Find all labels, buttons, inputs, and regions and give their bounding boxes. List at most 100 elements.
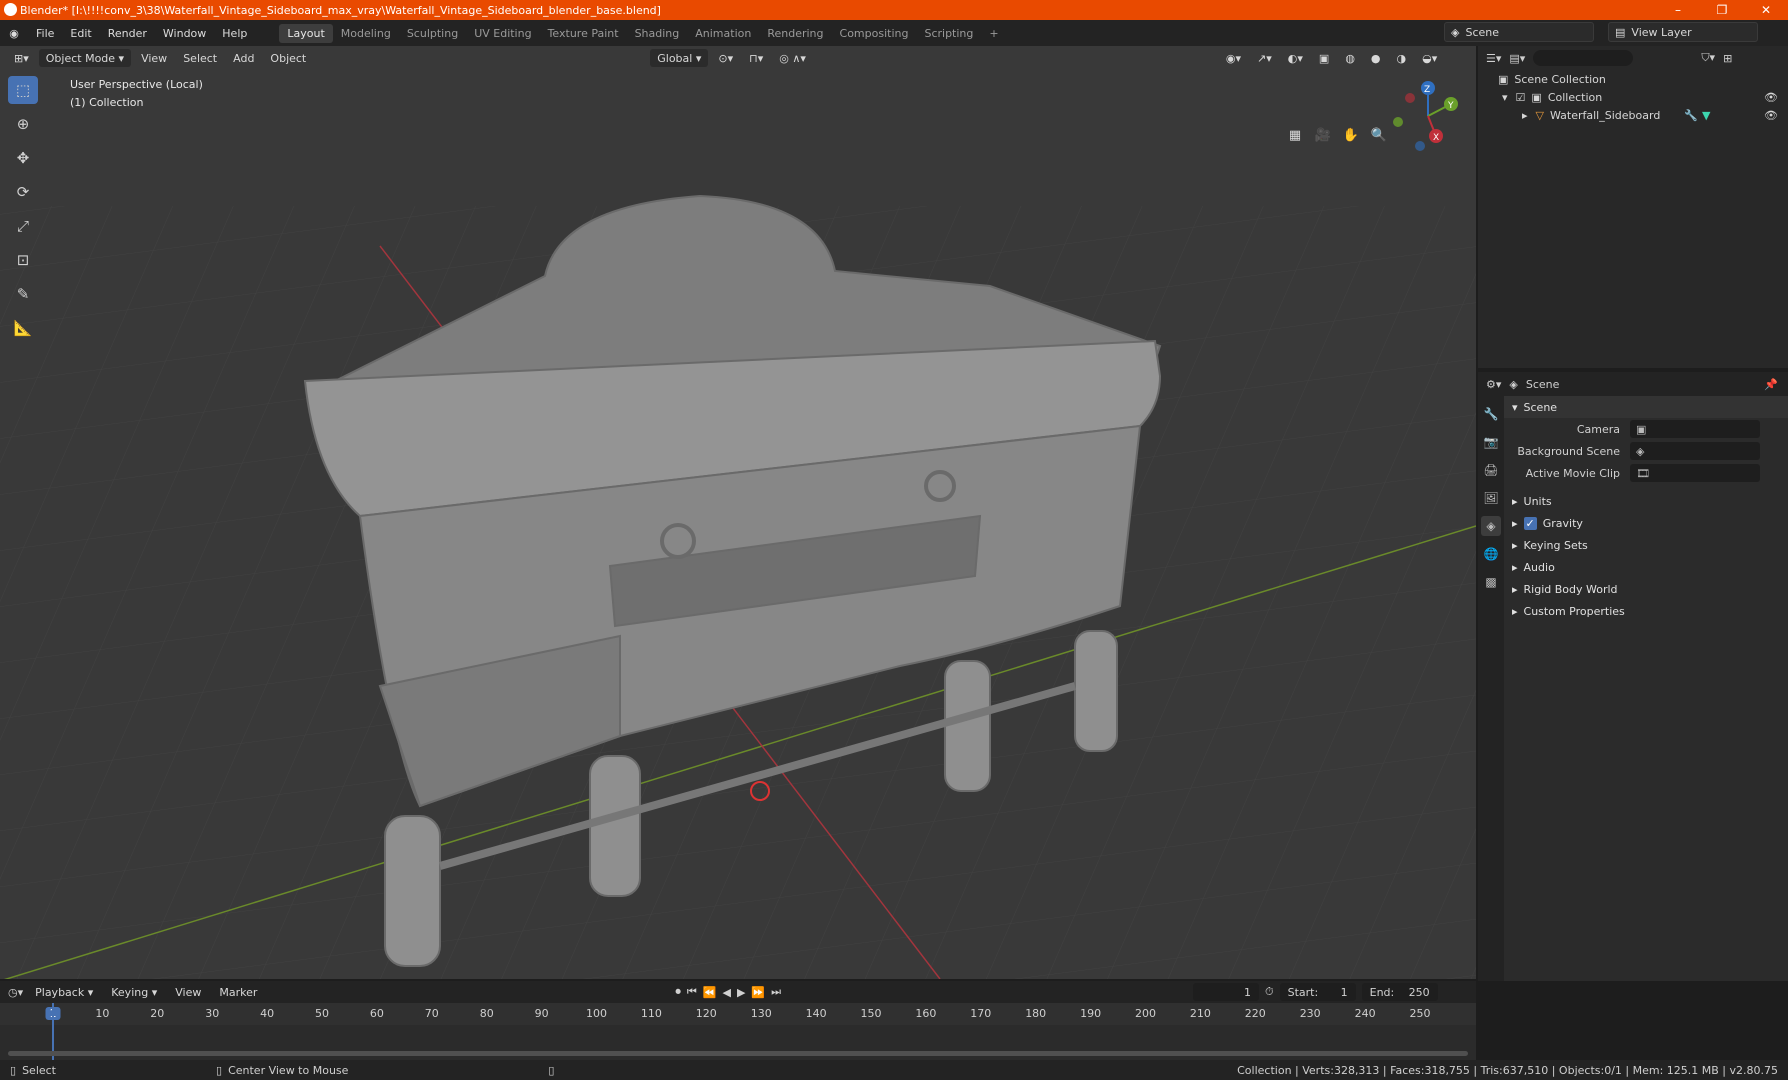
view-layer-selector[interactable]: ▤ View Layer [1608,22,1758,42]
menu-marker[interactable]: Marker [213,983,263,1001]
zoom-icon[interactable]: 🔍 [1368,124,1390,146]
3d-viewport[interactable]: ⊞▾ Object Mode ▾ View Select Add Object … [0,46,1476,979]
shading-material-icon[interactable]: ◑ [1391,49,1413,67]
transform-tool-icon[interactable]: ⊡ [8,246,38,274]
tab-texture-paint[interactable]: Texture Paint [540,24,627,43]
menu-view[interactable]: View [135,49,173,67]
gravity-subpanel[interactable]: ▸ ✓ Gravity [1504,512,1788,534]
add-workspace-button[interactable]: + [981,24,1006,43]
menu-add[interactable]: Add [227,49,260,67]
modifier-wrench-icon[interactable]: 🔧 [1684,109,1698,122]
pivot-icon[interactable]: ⊙▾ [712,49,739,67]
jump-start-icon[interactable]: ⏮ [687,985,697,999]
keying-sets-subpanel[interactable]: ▸ Keying Sets [1504,534,1788,556]
menu-view[interactable]: View [169,983,207,1001]
gizmo-icon[interactable]: ↗▾ [1251,49,1278,67]
editor-type-icon[interactable]: ◷▾ [8,986,23,999]
overlay-icon[interactable]: ◐▾ [1282,49,1309,67]
scale-tool-icon[interactable]: ⤢ [8,212,38,240]
timeline-scrollbar[interactable] [8,1051,1468,1056]
output-tab-icon[interactable]: 🖨 [1481,460,1501,480]
outliner-collection-row[interactable]: ▾ ☑ ▣ Collection 👁 [1478,88,1788,106]
menu-render[interactable]: Render [100,27,155,40]
world-tab-icon[interactable]: 🌐 [1481,544,1501,564]
display-mode-icon[interactable]: ▤▾ [1509,52,1525,65]
rotate-tool-icon[interactable]: ⟳ [8,178,38,206]
record-icon[interactable]: ⏺ [675,985,681,999]
tool-tab-icon[interactable]: 🔧 [1481,404,1501,424]
tab-shading[interactable]: Shading [627,24,688,43]
select-box-tool-icon[interactable]: ⬚ [8,76,38,104]
editor-type-icon[interactable]: ☰▾ [1486,52,1501,65]
stopwatch-icon[interactable]: ⏱ [1265,985,1274,999]
current-frame-field[interactable]: 1 [1193,983,1260,1001]
timeline-ruler[interactable]: 1102030405060708090100110120130140150160… [0,1003,1476,1025]
mode-selector[interactable]: Object Mode ▾ [38,49,132,67]
outliner-object-row[interactable]: ▸ ▽ Waterfall_Sideboard 🔧 ▼ 👁 [1478,106,1788,124]
move-tool-icon[interactable]: ✥ [8,144,38,172]
expand-arrow-icon[interactable]: ▸ [1522,109,1528,122]
outliner-search-input[interactable] [1533,50,1634,66]
scene-section-header[interactable]: ▾ Scene [1504,396,1788,418]
menu-edit[interactable]: Edit [62,27,99,40]
navigation-gizmo[interactable]: Z Y X [1388,76,1468,156]
scene-selector[interactable]: ◈ Scene [1444,22,1594,42]
camera-view-icon[interactable]: 🎥 [1312,124,1334,146]
proportional-edit-icon[interactable]: ◎ ∧▾ [773,49,812,67]
toggle-grid-icon[interactable]: ▦ [1284,124,1306,146]
pan-hand-icon[interactable]: ✋ [1340,124,1362,146]
shading-wireframe-icon[interactable]: ◍ [1339,49,1361,67]
play-reverse-icon[interactable]: ◀ [722,986,730,999]
units-subpanel[interactable]: ▸ Units [1504,490,1788,512]
next-keyframe-icon[interactable]: ⏩ [751,986,765,999]
end-frame-field[interactable]: End: 250 [1361,983,1438,1001]
shading-rendered-icon[interactable]: ◒▾ [1416,49,1443,67]
menu-playback[interactable]: Playback ▾ [29,983,99,1001]
mesh-data-icon[interactable]: ▼ [1702,109,1710,122]
eye-icon[interactable]: 👁 [1764,109,1778,122]
jump-end-icon[interactable]: ⏭ [771,985,781,999]
pin-icon[interactable]: 📌 [1764,378,1778,391]
tab-animation[interactable]: Animation [687,24,759,43]
gravity-checkbox[interactable]: ✓ [1523,516,1537,530]
tab-compositing[interactable]: Compositing [832,24,917,43]
annotate-tool-icon[interactable]: ✎ [8,280,38,308]
audio-subpanel[interactable]: ▸ Audio [1504,556,1788,578]
custom-properties-subpanel[interactable]: ▸ Custom Properties [1504,600,1788,622]
start-frame-field[interactable]: Start: 1 [1279,983,1356,1001]
visibility-icon[interactable]: ◉▾ [1220,49,1247,67]
rigid-body-world-subpanel[interactable]: ▸ Rigid Body World [1504,578,1788,600]
eye-icon[interactable]: 👁 [1764,91,1778,104]
maximize-button[interactable]: ❐ [1700,3,1744,17]
menu-file[interactable]: File [28,27,62,40]
editor-type-icon[interactable]: ⚙▾ [1486,378,1501,391]
cursor-tool-icon[interactable]: ⊕ [8,110,38,138]
snap-icon[interactable]: ⊓▾ [743,49,769,67]
active-movie-clip-field[interactable]: 🎞 [1630,464,1760,482]
texture-tab-icon[interactable]: ▩ [1481,572,1501,592]
xray-icon[interactable]: ▣ [1313,49,1335,67]
prev-keyframe-icon[interactable]: ⏪ [703,986,717,999]
render-tab-icon[interactable]: 📷 [1481,432,1501,452]
tab-layout[interactable]: Layout [279,23,333,43]
tab-sculpting[interactable]: Sculpting [399,24,466,43]
new-collection-icon[interactable]: ⊞ [1723,52,1732,65]
measure-tool-icon[interactable]: 📐 [8,314,38,342]
menu-select[interactable]: Select [177,49,223,67]
outliner-scene-collection[interactable]: ▣ Scene Collection [1478,70,1788,88]
menu-window[interactable]: Window [155,27,214,40]
tab-rendering[interactable]: Rendering [759,24,831,43]
play-icon[interactable]: ▶ [737,986,745,999]
menu-keying[interactable]: Keying ▾ [105,983,163,1001]
view-layer-tab-icon[interactable]: 🖼 [1481,488,1501,508]
checkbox-icon[interactable]: ☑ [1516,91,1526,104]
tab-scripting[interactable]: Scripting [916,24,981,43]
menu-object[interactable]: Object [264,49,312,67]
background-scene-field[interactable]: ◈ [1630,442,1760,460]
filter-icon[interactable]: ⛉▾ [1701,51,1715,65]
tab-modeling[interactable]: Modeling [333,24,399,43]
orientation-selector[interactable]: Global ▾ [650,49,709,67]
editor-type-icon[interactable]: ⊞▾ [8,49,35,67]
blender-menu-icon[interactable]: ◉ [0,27,28,40]
scene-tab-icon[interactable]: ◈ [1481,516,1501,536]
